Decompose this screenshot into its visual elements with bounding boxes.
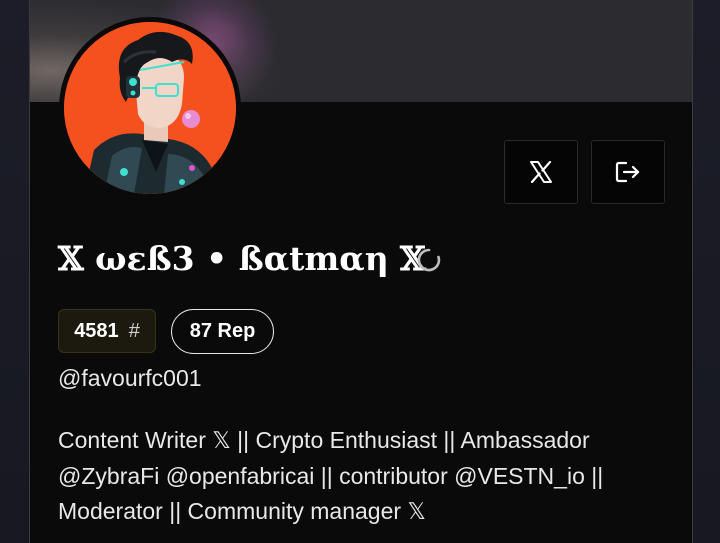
logout-icon: [615, 161, 640, 183]
rank-badge[interactable]: 4581 #: [58, 309, 156, 353]
profile-bio: Content Writer 𝕏 || Crypto Enthusiast ||…: [58, 423, 658, 530]
display-name: 𝕏 ωεß3 • ßαtmαη 𝕏: [58, 239, 426, 278]
reputation-badge[interactable]: 87 Rep: [171, 309, 274, 354]
loading-spinner-icon: [417, 248, 441, 272]
logout-button[interactable]: [591, 140, 665, 204]
profile-page: 𝕏 ωεß3 • ßαtmαη 𝕏 4581 # 87 Rep @favourf…: [0, 0, 720, 543]
bio-line: Moderator || Community manager 𝕏: [58, 498, 426, 524]
bio-line: Content Writer 𝕏 || Crypto Enthusiast ||…: [58, 427, 590, 453]
avatar-image: [64, 22, 236, 194]
bio-line: @ZybraFi @openfabricai || contributor @V…: [58, 462, 604, 489]
avatar[interactable]: [64, 22, 236, 194]
x-logo-icon: [530, 161, 552, 183]
user-handle[interactable]: @favourfc001: [58, 364, 202, 392]
rank-value: 4581: [74, 319, 119, 342]
x-profile-button[interactable]: [504, 140, 578, 204]
hash-icon: #: [128, 319, 140, 342]
avatar-frame: [59, 17, 241, 199]
profile-card: 𝕏 ωεß3 • ßαtmαη 𝕏 4581 # 87 Rep @favourf…: [29, 0, 693, 543]
